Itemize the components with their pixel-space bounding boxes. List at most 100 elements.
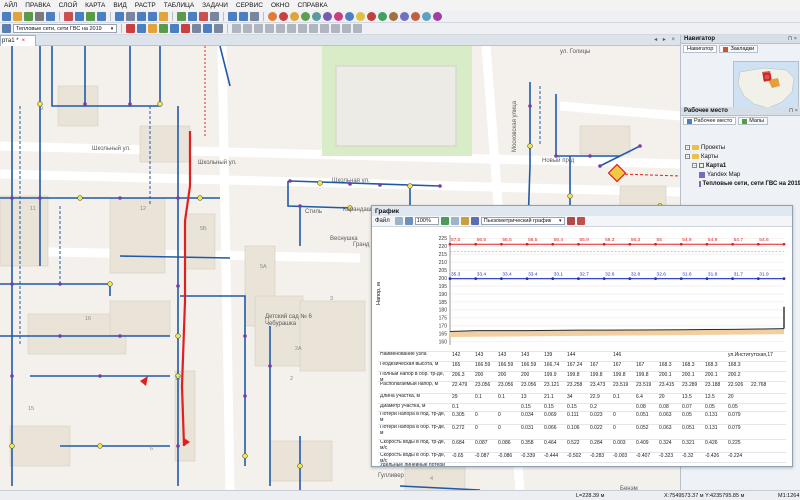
edit-tool-icon[interactable] bbox=[137, 24, 146, 33]
edit-tool-icon[interactable] bbox=[353, 24, 362, 33]
open-icon[interactable] bbox=[13, 12, 22, 21]
graph-file-menu[interactable]: Файл bbox=[375, 218, 390, 224]
select-icon[interactable] bbox=[137, 12, 146, 21]
zoom-fit-icon[interactable] bbox=[404, 217, 413, 225]
menu-item[interactable]: ЗАДАЧИ bbox=[198, 2, 232, 9]
table-icon[interactable] bbox=[210, 12, 219, 21]
tree-node[interactable]: − Проекты bbox=[681, 143, 800, 152]
tree-node[interactable]: Yandex Map bbox=[681, 170, 800, 179]
menu-item[interactable]: СЕРВИС bbox=[232, 2, 267, 9]
tool-circle-icon[interactable] bbox=[312, 12, 321, 21]
new-icon[interactable] bbox=[2, 12, 11, 21]
graph-window[interactable]: График Файл 100% Пьезометрический график… bbox=[371, 205, 793, 467]
undo-icon[interactable] bbox=[64, 12, 73, 21]
tree-node[interactable]: − Карты bbox=[681, 152, 800, 161]
measure-icon[interactable] bbox=[159, 12, 168, 21]
edit-tool-icon[interactable] bbox=[276, 24, 285, 33]
menu-item[interactable]: ТАБЛИЦА bbox=[160, 2, 198, 9]
tool-circle-icon[interactable] bbox=[367, 12, 376, 21]
menu-item[interactable]: СЛОЙ bbox=[55, 2, 81, 9]
layer-icon[interactable] bbox=[177, 12, 186, 21]
edit-tool-icon[interactable] bbox=[126, 24, 135, 33]
edit-tool-icon[interactable] bbox=[170, 24, 179, 33]
tool-circle-icon[interactable] bbox=[323, 12, 332, 21]
edit-tool-icon[interactable] bbox=[148, 24, 157, 33]
tool-circle-icon[interactable] bbox=[301, 12, 310, 21]
grid-icon[interactable] bbox=[188, 12, 197, 21]
tab-navigator[interactable]: Навигатор bbox=[683, 45, 718, 53]
zoom-icon[interactable] bbox=[126, 12, 135, 21]
edit-tool-icon[interactable] bbox=[181, 24, 190, 33]
menu-item[interactable]: РАСТР bbox=[131, 2, 160, 9]
menu-item[interactable]: КАРТА bbox=[81, 2, 109, 9]
info-icon[interactable] bbox=[148, 12, 157, 21]
settings-icon[interactable] bbox=[250, 12, 259, 21]
delete-icon[interactable] bbox=[199, 12, 208, 21]
tool-circle-icon[interactable] bbox=[400, 12, 409, 21]
active-layer-select[interactable]: Тепловые сети, сети ГВС на 2019 ▾ bbox=[13, 24, 117, 33]
menu-item[interactable]: ОКНО bbox=[267, 2, 294, 9]
settings-icon[interactable] bbox=[566, 217, 575, 225]
edit-tool-icon[interactable] bbox=[265, 24, 274, 33]
menu-item[interactable]: СПРАВКА bbox=[294, 2, 332, 9]
menu-item[interactable]: ВИД bbox=[109, 2, 130, 9]
tab-maps[interactable]: Мапы bbox=[738, 117, 768, 125]
tool-circle-icon[interactable] bbox=[411, 12, 420, 21]
expand-icon[interactable]: − bbox=[685, 154, 690, 159]
tool-circle-icon[interactable] bbox=[356, 12, 365, 21]
tree-node[interactable]: Тепловые сети, сети ГВС на 2019 bbox=[681, 179, 800, 188]
tool-circle-icon[interactable] bbox=[345, 12, 354, 21]
tab-map1[interactable]: рта1 * × bbox=[0, 35, 36, 46]
tool-circle-icon[interactable] bbox=[378, 12, 387, 21]
zoom-select[interactable]: 100% bbox=[414, 217, 439, 225]
edit-tool-icon[interactable] bbox=[254, 24, 263, 33]
copy-icon[interactable] bbox=[86, 12, 95, 21]
edit-tool-icon[interactable] bbox=[309, 24, 318, 33]
tool-circle-icon[interactable] bbox=[290, 12, 299, 21]
tab-workspace[interactable]: Рабочее место bbox=[683, 117, 737, 125]
tool-circle-icon[interactable] bbox=[279, 12, 288, 21]
edit-tool-icon[interactable] bbox=[320, 24, 329, 33]
tool-circle-icon[interactable] bbox=[433, 12, 442, 21]
edit-tool-icon[interactable] bbox=[243, 24, 252, 33]
edit-icon[interactable] bbox=[470, 217, 479, 225]
edit-tool-icon[interactable] bbox=[214, 24, 223, 33]
redo-icon[interactable] bbox=[75, 12, 84, 21]
print-icon[interactable] bbox=[35, 12, 44, 21]
edit-tool-icon[interactable] bbox=[232, 24, 241, 33]
edit-tool-icon[interactable] bbox=[287, 24, 296, 33]
table-icon[interactable] bbox=[460, 217, 469, 225]
edit-tool-icon[interactable] bbox=[342, 24, 351, 33]
pin-icon[interactable]: ⊓ × bbox=[788, 36, 797, 42]
tool-circle-icon[interactable] bbox=[389, 12, 398, 21]
layer-icon[interactable] bbox=[2, 24, 11, 33]
edit-tool-icon[interactable] bbox=[203, 24, 212, 33]
tool-circle-icon[interactable] bbox=[422, 12, 431, 21]
menu-item[interactable]: ПРАВКА bbox=[21, 2, 54, 9]
close-graph-icon[interactable] bbox=[576, 217, 585, 225]
graph-type-select[interactable]: Пьезометрический график ▾ bbox=[480, 217, 565, 225]
expand-icon[interactable]: − bbox=[685, 145, 690, 150]
pan-icon[interactable] bbox=[115, 12, 124, 21]
tool-circle-icon[interactable] bbox=[334, 12, 343, 21]
tree-node[interactable]: − Карта1 bbox=[681, 161, 800, 170]
export-icon[interactable] bbox=[440, 217, 449, 225]
cut-icon[interactable] bbox=[46, 12, 55, 21]
tab-nav-controls[interactable]: ◂ ▸ × bbox=[654, 36, 677, 43]
edit-tool-icon[interactable] bbox=[298, 24, 307, 33]
tool-circle-icon[interactable] bbox=[268, 12, 277, 21]
close-icon[interactable]: × bbox=[22, 38, 26, 44]
edit-tool-icon[interactable] bbox=[159, 24, 168, 33]
save-icon[interactable] bbox=[24, 12, 33, 21]
refresh-icon[interactable] bbox=[228, 12, 237, 21]
edit-tool-icon[interactable] bbox=[192, 24, 201, 33]
menu-item[interactable]: АЙЛ bbox=[0, 2, 21, 9]
paste-icon[interactable] bbox=[97, 12, 106, 21]
pin-icon[interactable]: ⊓ × bbox=[789, 108, 798, 114]
zoom-in-icon[interactable] bbox=[394, 217, 403, 225]
help-icon[interactable] bbox=[239, 12, 248, 21]
edit-tool-icon[interactable] bbox=[331, 24, 340, 33]
tab-bookmarks[interactable]: Закладки bbox=[719, 45, 759, 53]
expand-icon[interactable]: − bbox=[692, 163, 697, 168]
print-icon[interactable] bbox=[450, 217, 459, 225]
